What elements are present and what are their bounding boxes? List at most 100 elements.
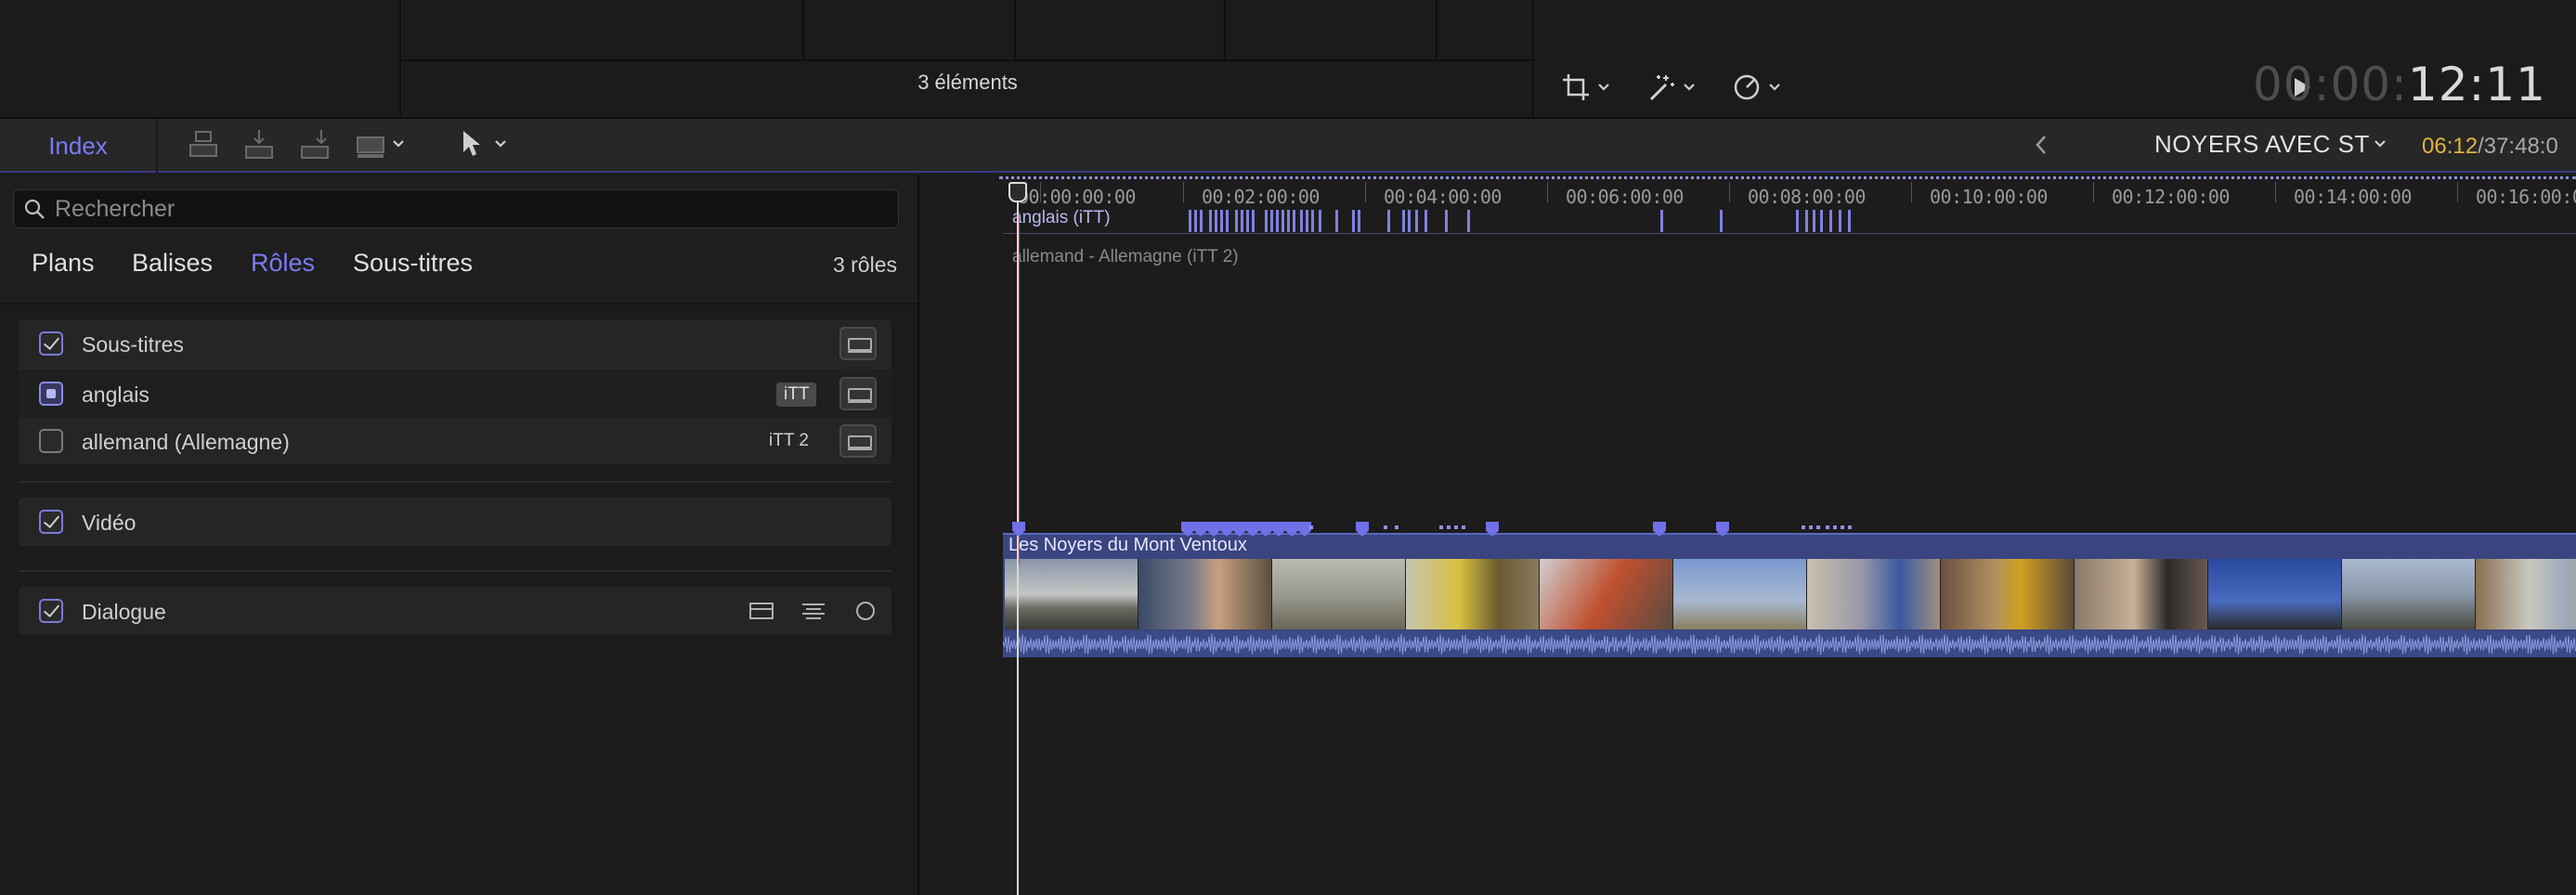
subtitle-clip[interactable] — [1387, 210, 1390, 232]
transform-menu-button[interactable] — [1560, 67, 1610, 108]
playhead-handle[interactable] — [1008, 182, 1027, 202]
ruler-tick — [1365, 182, 1366, 202]
subtitle-clip[interactable] — [1265, 210, 1268, 232]
subtitle-clip[interactable] — [1402, 210, 1405, 232]
marker-dot — [1395, 525, 1399, 529]
search-field[interactable] — [13, 189, 899, 228]
subtitle-clip[interactable] — [1805, 210, 1808, 232]
subroles-icon[interactable] — [800, 600, 826, 622]
subtitle-clip[interactable] — [1246, 210, 1249, 232]
role-label: Vidéo — [82, 511, 137, 535]
subtitle-clip[interactable] — [1287, 210, 1290, 232]
subtitle-clip[interactable] — [1660, 210, 1663, 232]
focus-icon[interactable] — [854, 600, 877, 622]
subtitle-clip[interactable] — [1215, 210, 1217, 232]
timeline-toolbar: Index NOYERS AVEC ST 06:12/37:48:0 — [0, 117, 2576, 173]
tab-balises[interactable]: Balises — [132, 249, 213, 278]
dialogue-checkbox[interactable] — [39, 599, 63, 623]
select-tool-icon[interactable] — [459, 128, 483, 160]
subtitle-clip[interactable] — [1311, 210, 1314, 232]
subtitle-clip[interactable] — [1848, 210, 1851, 232]
chevron-down-icon[interactable] — [392, 139, 405, 149]
search-icon — [23, 198, 46, 220]
ruler-label: 00:10:00:00 — [1930, 186, 2048, 208]
subtitle-clip[interactable] — [1425, 210, 1427, 232]
subtitle-clip[interactable] — [1281, 210, 1284, 232]
audio-waveform[interactable] — [1003, 631, 2576, 657]
marker-dot — [1454, 525, 1458, 529]
role-row-dialogue[interactable]: Dialogue — [19, 587, 891, 635]
subtitle-lane-anglais[interactable] — [1003, 206, 2576, 234]
marker-dot — [1833, 525, 1837, 529]
role-row-subtitles[interactable]: Sous-titres — [19, 319, 891, 368]
subtitle-clip[interactable] — [1796, 210, 1799, 232]
subtitle-clip[interactable] — [1252, 210, 1255, 232]
subtitle-clip[interactable] — [1194, 210, 1197, 232]
subtitle-clip[interactable] — [1200, 210, 1203, 232]
subtitle-clip[interactable] — [1220, 210, 1223, 232]
index-button[interactable]: Index — [0, 119, 158, 173]
allemand-checkbox[interactable] — [39, 429, 63, 453]
marker-dot — [1841, 525, 1844, 529]
subtitle-clip[interactable] — [1335, 210, 1338, 232]
overwrite-clip-icon[interactable] — [355, 128, 386, 162]
marker-dot — [1462, 525, 1465, 529]
subtitle-clip[interactable] — [1209, 210, 1212, 232]
clip-title: Les Noyers du Mont Ventoux — [1008, 535, 1247, 555]
timeline[interactable]: 00:00:00:00 00:02:00:00 00:04:00:00 00:0… — [919, 175, 2576, 895]
show-lanes-icon[interactable] — [839, 327, 877, 360]
lanes-icon[interactable] — [748, 600, 774, 622]
subtitle-clip[interactable] — [1293, 210, 1295, 232]
append-clip-icon[interactable] — [299, 128, 331, 162]
subtitle-clip[interactable] — [1352, 210, 1355, 232]
subtitle-clip[interactable] — [1189, 210, 1191, 232]
subtitle-clip[interactable] — [1467, 210, 1470, 232]
subtitle-clip[interactable] — [1720, 210, 1723, 232]
subtitle-clip[interactable] — [1829, 210, 1832, 232]
thumbnail — [1673, 559, 1807, 629]
subtitle-clip[interactable] — [1235, 210, 1238, 232]
subtitle-clip[interactable] — [1415, 210, 1418, 232]
subtitle-clip[interactable] — [1820, 210, 1823, 232]
divider — [19, 570, 891, 572]
subtitle-clip[interactable] — [1300, 210, 1303, 232]
search-input[interactable] — [55, 196, 872, 222]
connect-clip-icon[interactable] — [188, 128, 219, 162]
timeline-ruler[interactable] — [999, 176, 2576, 180]
tab-plans[interactable]: Plans — [32, 249, 95, 278]
role-row-allemand[interactable]: allemand (Allemagne) iTT 2 — [19, 418, 891, 464]
anglais-checkbox[interactable] — [39, 382, 63, 406]
subtitle-clip[interactable] — [1241, 210, 1243, 232]
retime-menu-button[interactable] — [1731, 67, 1781, 108]
subtitle-clip[interactable] — [1270, 210, 1273, 232]
insert-clip-icon[interactable] — [243, 128, 275, 162]
subtitle-clip[interactable] — [1306, 210, 1308, 232]
role-row-video[interactable]: Vidéo — [19, 498, 891, 546]
subtitle-clip[interactable] — [1319, 210, 1321, 232]
show-lanes-icon[interactable] — [839, 424, 877, 458]
marker-dot — [1816, 525, 1820, 529]
subtitle-clip[interactable] — [1226, 210, 1229, 232]
chevron-down-icon[interactable] — [494, 139, 507, 149]
subtitle-clip[interactable] — [1358, 210, 1360, 232]
subtitle-clip[interactable] — [1276, 210, 1279, 232]
subtitle-clip[interactable] — [1839, 210, 1841, 232]
subtitle-clip[interactable] — [1445, 210, 1448, 232]
subtitle-clip[interactable] — [1813, 210, 1815, 232]
roles-count: 3 rôles — [832, 253, 897, 277]
back-arrow-icon[interactable] — [2034, 134, 2049, 156]
ruler-tick — [1911, 182, 1912, 202]
project-name[interactable]: NOYERS AVEC ST — [2154, 130, 2370, 159]
ruler-tick — [2457, 182, 2458, 202]
ruler-tick — [2275, 182, 2276, 202]
tab-roles[interactable]: Rôles — [251, 249, 315, 278]
subtitles-checkbox[interactable] — [39, 331, 63, 356]
tab-sous-titres[interactable]: Sous-titres — [353, 249, 473, 278]
video-checkbox[interactable] — [39, 510, 63, 534]
subtitle-clip[interactable] — [1408, 210, 1411, 232]
enhance-menu-button[interactable] — [1646, 67, 1696, 108]
show-lanes-icon[interactable] — [839, 377, 877, 410]
chevron-down-icon[interactable] — [2374, 139, 2387, 149]
playhead[interactable] — [1017, 186, 1019, 895]
role-row-anglais[interactable]: anglais iTT — [19, 370, 891, 418]
